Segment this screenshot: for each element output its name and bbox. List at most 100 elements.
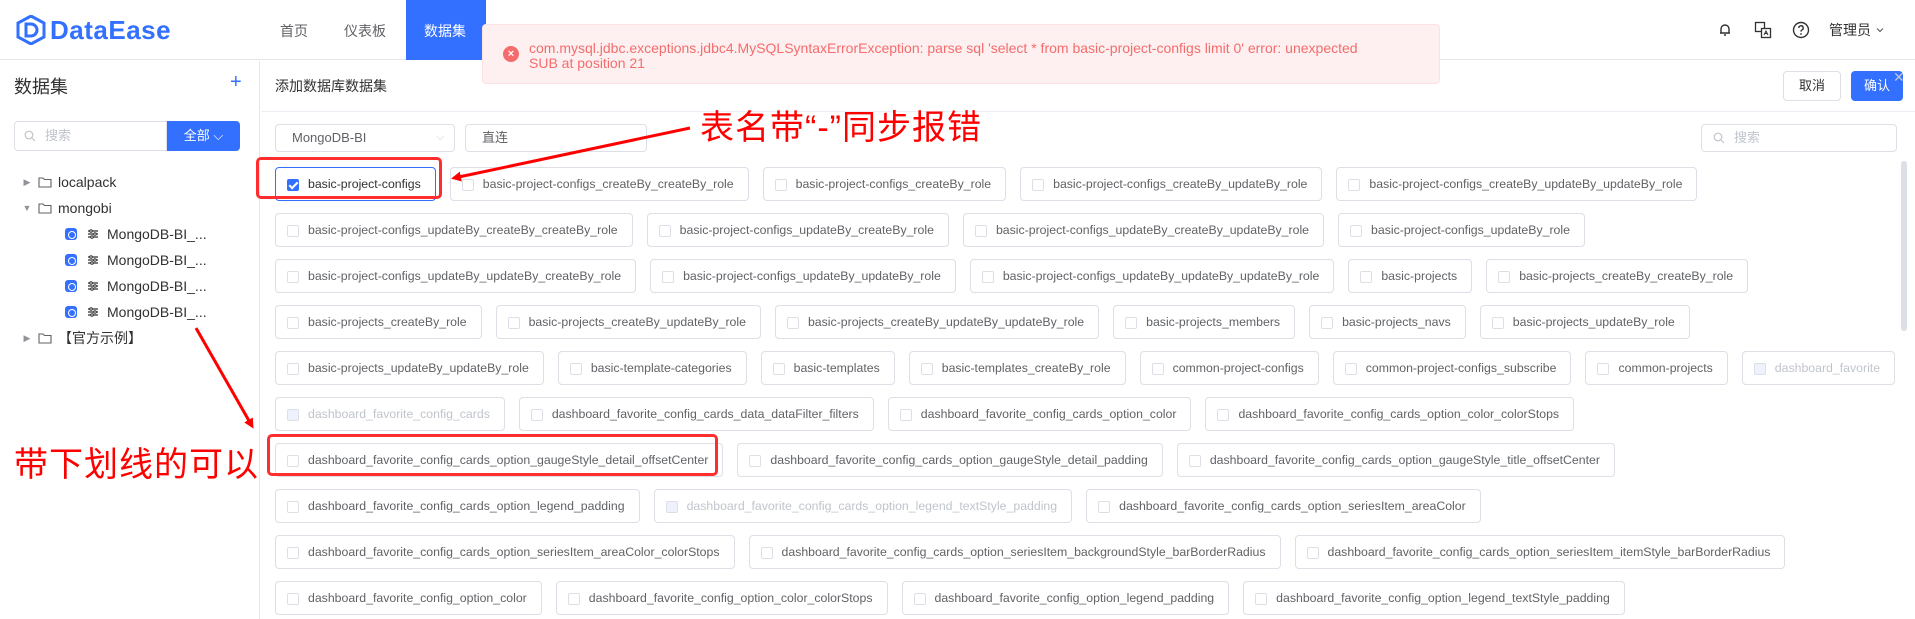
header-actions: 管理员 xyxy=(1715,0,1885,60)
table-checkbox-card[interactable]: dashboard_favorite_config_cards_option_s… xyxy=(748,535,1281,569)
sql-dataset-icon xyxy=(88,307,98,317)
checkbox-icon xyxy=(1753,363,1766,375)
table-checkbox-card[interactable]: basic-projects_updateBy_role xyxy=(1479,305,1690,339)
table-checkbox-card: dashboard_favorite_config_cards xyxy=(275,397,505,431)
table-checkbox-card[interactable]: basic-project-configs_createBy_role xyxy=(762,167,1007,201)
search-icon xyxy=(1713,132,1725,144)
checkbox-icon xyxy=(287,363,299,375)
table-row: dashboard_favorite_config_cards_option_s… xyxy=(275,529,1895,575)
tree-node-localpack[interactable]: ▶ localpack xyxy=(0,169,260,195)
table-checkbox-card[interactable]: dashboard_favorite_config_cards_option_g… xyxy=(737,443,1163,477)
table-checkbox-card[interactable]: basic-project-configs_createBy_createBy_… xyxy=(449,167,749,201)
brand-logo[interactable]: DataEase xyxy=(16,14,171,46)
tree-node-official-examples[interactable]: ▶ 【官方示例】 xyxy=(0,325,260,351)
checkbox-icon xyxy=(749,455,762,467)
table-checkbox-card[interactable]: basic-templates_createBy_role xyxy=(908,351,1126,385)
table-checkbox-card[interactable]: common-project-configs_subscribe xyxy=(1332,351,1572,385)
mode-select[interactable]: 直连 xyxy=(465,124,647,152)
filter-label: 全部 xyxy=(183,128,210,143)
table-checkbox-card[interactable]: basic-project-configs_updateBy_createBy_… xyxy=(962,213,1325,247)
checkbox-icon xyxy=(1255,593,1268,605)
filter-dropdown[interactable]: 全部 ⌵ xyxy=(167,121,240,151)
table-checkbox-card[interactable]: basic-project-configs_createBy_updateBy_… xyxy=(1336,167,1698,201)
tree-node-mongobi[interactable]: ▼ mongobi xyxy=(0,195,260,221)
table-checkbox-card[interactable]: dashboard_favorite_config_cards_option_s… xyxy=(1294,535,1786,569)
table-checkbox-card[interactable]: dashboard_favorite_config_option_legend_… xyxy=(901,581,1230,615)
checkbox-icon xyxy=(287,501,299,513)
nav-dataset[interactable]: 数据集 xyxy=(406,0,486,60)
table-name: basic-projects_createBy_updateBy_updateB… xyxy=(807,315,1085,329)
dataset-tree: ▶ localpack ▼ mongobi MongoDB-BI_... Mon… xyxy=(0,169,260,351)
nav-home[interactable]: 首页 xyxy=(262,0,326,60)
checkbox-icon xyxy=(287,225,299,237)
table-name: dashboard_favorite_config_cards_option_g… xyxy=(770,453,1148,467)
help-icon[interactable] xyxy=(1791,20,1811,40)
add-icon[interactable]: + xyxy=(230,71,242,94)
checkbox-icon xyxy=(1597,363,1610,375)
caret-right-icon[interactable]: ▶ xyxy=(22,177,32,188)
checkbox-icon xyxy=(287,547,299,559)
cancel-button[interactable]: 取消 xyxy=(1783,71,1841,101)
table-checkbox-card[interactable]: basic-projects_createBy_updateBy_updateB… xyxy=(774,305,1100,339)
table-checkbox-card[interactable]: basic-project-configs_updateBy_createBy_… xyxy=(646,213,949,247)
table-checkbox-card[interactable]: dashboard_favorite_config_cards_data_dat… xyxy=(518,397,874,431)
datasource-select[interactable]: MongoDB-BI ⌵ xyxy=(275,124,455,152)
table-name: basic-projects_createBy_createBy_role xyxy=(1519,269,1734,283)
table-checkbox-card[interactable]: basic-projects_createBy_updateBy_role xyxy=(495,305,761,339)
table-checkbox-card[interactable]: dashboard_favorite_config_cards_option_c… xyxy=(887,397,1192,431)
table-checkbox-card[interactable]: basic-templates xyxy=(760,351,895,385)
table-checkbox-card[interactable]: basic-project-configs_createBy_updateBy_… xyxy=(1020,167,1323,201)
table-checkbox-card[interactable]: dashboard_favorite_config_cards_option_c… xyxy=(1205,397,1575,431)
table-name: dashboard_favorite_config_option_color_c… xyxy=(588,591,873,605)
tree-leaf-dataset[interactable]: MongoDB-BI_... xyxy=(0,273,260,299)
tree-leaf-dataset[interactable]: MongoDB-BI_... xyxy=(0,299,260,325)
table-checkbox-card[interactable]: dashboard_favorite_config_cards_option_s… xyxy=(1086,489,1481,523)
caret-down-icon[interactable]: ▼ xyxy=(22,203,32,213)
table-checkbox-card[interactable]: basic-projects_createBy_createBy_role xyxy=(1486,259,1749,293)
table-name: dashboard_favorite_config_option_legend_… xyxy=(934,591,1215,605)
table-checkbox-card[interactable]: dashboard_favorite_config_cards_option_l… xyxy=(275,489,640,523)
tree-leaf-dataset[interactable]: MongoDB-BI_... xyxy=(0,221,260,247)
scrollbar[interactable] xyxy=(1901,161,1907,331)
table-checkbox-card[interactable]: dashboard_favorite_config_cards_option_g… xyxy=(1176,443,1615,477)
table-checkbox-card[interactable]: basic-template-categories xyxy=(557,351,747,385)
table-search-input[interactable]: 搜索 xyxy=(1701,124,1897,152)
table-name: basic-templates xyxy=(793,361,880,375)
table-checkbox-card[interactable]: basic-project-configs_updateBy_updateBy_… xyxy=(969,259,1335,293)
table-name: dashboard_favorite_config_cards_option_c… xyxy=(1238,407,1560,421)
tree-leaf-label: MongoDB-BI_... xyxy=(107,304,207,320)
table-checkbox-card[interactable]: common-projects xyxy=(1585,351,1728,385)
sidebar-search-input[interactable]: 搜索 xyxy=(14,121,167,151)
table-checkbox-card[interactable]: dashboard_favorite_config_cards_option_s… xyxy=(275,535,735,569)
close-icon[interactable]: ✕ xyxy=(1893,69,1905,86)
checkbox-icon xyxy=(981,271,994,283)
table-checkbox-card[interactable]: basic-projects xyxy=(1348,259,1473,293)
tree-leaf-dataset[interactable]: MongoDB-BI_... xyxy=(0,247,260,273)
table-checkbox-card[interactable]: basic-projects_members xyxy=(1113,305,1296,339)
table-name: basic-projects_members xyxy=(1146,315,1281,329)
table-list: basic-project-configs basic-project-confi… xyxy=(275,161,1896,619)
table-checkbox-card[interactable]: dashboard_favorite_config_option_color xyxy=(275,581,542,615)
sql-dataset-icon xyxy=(88,229,98,239)
table-checkbox-card[interactable]: basic-projects_createBy_role xyxy=(275,305,482,339)
notification-icon[interactable] xyxy=(1715,20,1735,40)
table-checkbox-card[interactable]: dashboard_favorite_config_option_color_c… xyxy=(555,581,888,615)
table-checkbox-card[interactable]: basic-projects_navs xyxy=(1309,305,1466,339)
table-checkbox-card[interactable]: common-project-configs xyxy=(1139,351,1319,385)
caret-right-icon[interactable]: ▶ xyxy=(22,333,32,344)
table-name: dashboard_favorite_config_option_legend_… xyxy=(1276,591,1610,605)
table-checkbox-card[interactable]: dashboard_favorite_config_option_legend_… xyxy=(1243,581,1625,615)
table-checkbox-card[interactable]: basic-project-configs_updateBy_updateBy_… xyxy=(275,259,637,293)
user-menu[interactable]: 管理员 xyxy=(1829,20,1885,40)
table-checkbox-card[interactable]: basic-project-configs_updateBy_updateBy_… xyxy=(650,259,956,293)
checkbox-icon xyxy=(774,179,787,191)
annotation-underscore-ok: 带下划线的可以 xyxy=(14,446,259,484)
language-icon[interactable] xyxy=(1753,20,1773,40)
table-checkbox-card[interactable]: basic-projects_updateBy_updateBy_role xyxy=(275,351,544,385)
table-checkbox-card[interactable]: basic-project-configs_updateBy_createBy_… xyxy=(275,213,633,247)
table-name: basic-projects_updateBy_updateBy_role xyxy=(308,361,529,375)
database-icon xyxy=(65,228,77,240)
nav-dashboard[interactable]: 仪表板 xyxy=(326,0,406,60)
table-checkbox-card[interactable]: basic-project-configs_updateBy_role xyxy=(1338,213,1585,247)
database-icon xyxy=(65,280,77,292)
